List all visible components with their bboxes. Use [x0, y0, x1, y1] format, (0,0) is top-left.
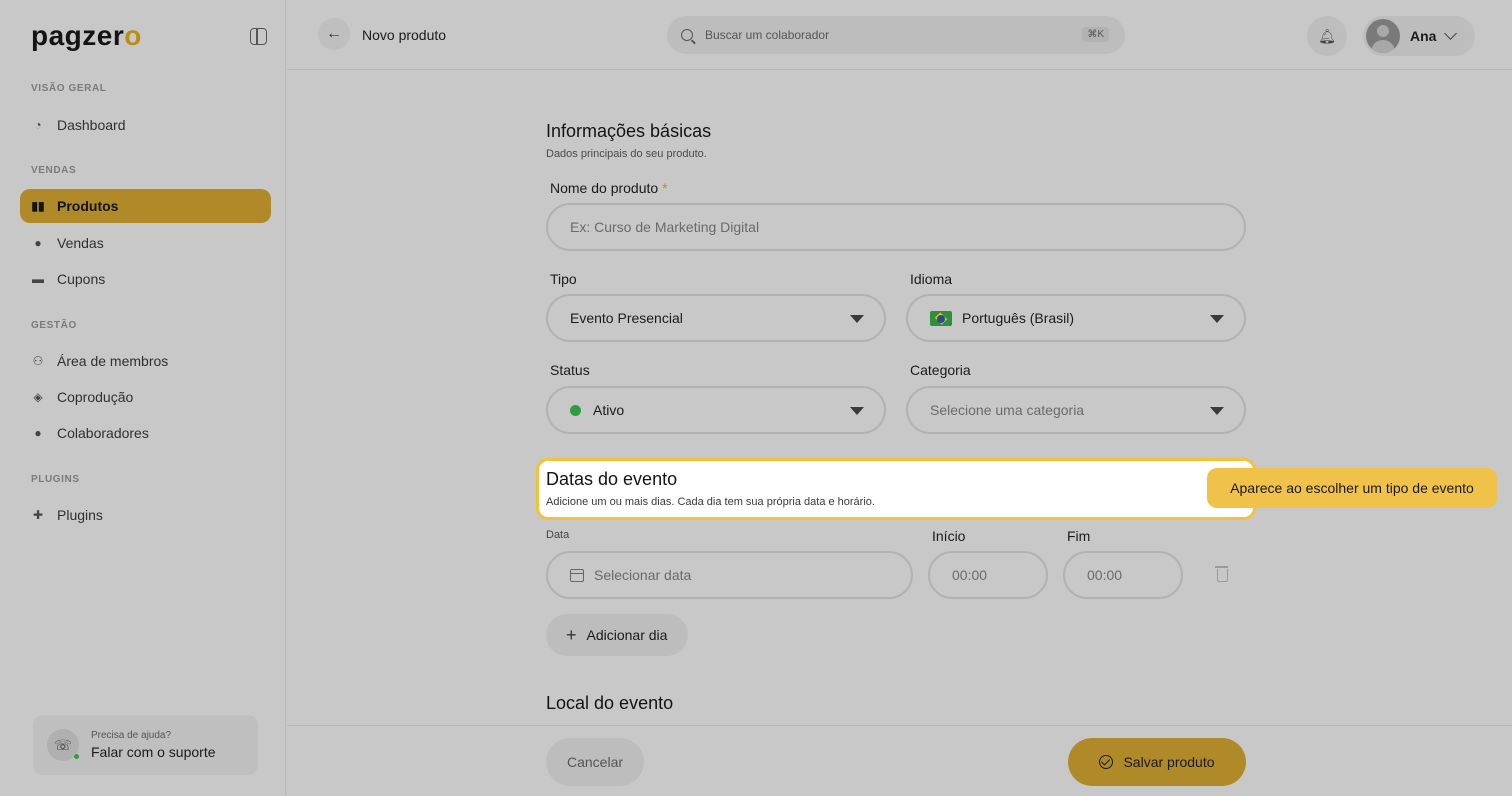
- avatar: [1366, 19, 1400, 53]
- start-time-placeholder: 00:00: [952, 567, 988, 583]
- section-label-overview: VISÃO GERAL: [31, 83, 107, 94]
- start-time-label: Início: [932, 528, 966, 544]
- dashboard-icon: ◔: [34, 118, 42, 132]
- user-name: Ana: [1410, 28, 1437, 44]
- end-time-placeholder: 00:00: [1087, 567, 1123, 583]
- section-label-management: GESTÃO: [31, 320, 77, 331]
- sales-icon: ●: [34, 236, 42, 250]
- brazil-flag-icon: [930, 310, 952, 326]
- product-name-input[interactable]: Ex: Curso de Marketing Digital: [546, 203, 1246, 251]
- calendar-icon: [570, 568, 584, 582]
- caret-down-icon: [1210, 315, 1224, 323]
- sidebar-item-label: Colaboradores: [57, 425, 149, 441]
- save-label: Salvar produto: [1123, 754, 1215, 770]
- puzzle-icon: ✚: [32, 508, 44, 522]
- sidebar-item-collaborators[interactable]: ● Colaboradores: [20, 416, 271, 450]
- status-dot-icon: [570, 404, 581, 416]
- arrow-left-icon: ←: [326, 25, 342, 42]
- sidebar-item-coupons[interactable]: ▬ Cupons: [20, 262, 271, 296]
- date-picker-input[interactable]: Selecionar data: [546, 551, 913, 599]
- support-card[interactable]: ☏ Precisa de ajuda? Falar com o suporte: [33, 715, 258, 775]
- date-label: Data: [546, 529, 570, 541]
- cancel-button[interactable]: Cancelar: [546, 738, 644, 786]
- product-name-label: Nome do produto *: [550, 180, 668, 196]
- check-circle-icon: [1099, 755, 1114, 769]
- sidebar-item-label: Coprodução: [57, 389, 134, 405]
- start-time-input[interactable]: 00:00: [928, 551, 1048, 599]
- caret-down-icon: [850, 407, 864, 415]
- end-time-label: Fim: [1067, 528, 1091, 544]
- status-value: Ativo: [593, 402, 625, 418]
- sidebar-item-label: Cupons: [57, 271, 106, 287]
- back-button[interactable]: ←: [318, 18, 350, 50]
- page-title: Novo produto: [362, 27, 447, 43]
- sidebar-item-members[interactable]: ⚇ Área de membros: [20, 344, 271, 378]
- sidebar-item-label: Plugins: [57, 507, 103, 523]
- plus-icon: +: [566, 624, 577, 645]
- section-subtitle-dates: Adicione um ou mais dias. Cada dia tem s…: [546, 496, 875, 508]
- caret-down-icon: [1210, 407, 1224, 415]
- handshake-icon: ◈: [33, 390, 43, 404]
- save-product-button[interactable]: Salvar produto: [1068, 738, 1246, 786]
- sidebar-toggle-icon[interactable]: [250, 28, 267, 45]
- sidebar-item-coproduction[interactable]: ◈ Coprodução: [20, 380, 271, 414]
- sidebar-item-products[interactable]: ▮▮ Produtos: [20, 189, 271, 223]
- trash-icon[interactable]: [1215, 566, 1228, 582]
- category-placeholder: Selecione uma categoria: [930, 402, 1085, 418]
- sidebar-item-plugins[interactable]: ✚ Plugins: [20, 498, 271, 532]
- search-placeholder: Buscar um colaborador: [705, 28, 830, 42]
- add-day-button[interactable]: + Adicionar dia: [546, 614, 688, 656]
- topbar: ← Novo produto Buscar um colaborador ⌘K …: [287, 0, 1512, 70]
- add-day-label: Adicionar dia: [586, 627, 668, 643]
- section-label-plugins: PLUGINS: [31, 474, 80, 485]
- support-link: Falar com o suporte: [91, 744, 216, 760]
- section-title-basic: Informações básicas: [546, 121, 712, 141]
- logo[interactable]: pagzero: [31, 20, 142, 52]
- sidebar-item-sales[interactable]: ● Vendas: [20, 226, 271, 260]
- shortcut-badge: ⌘K: [1082, 27, 1109, 42]
- status-select[interactable]: Ativo: [546, 386, 886, 434]
- user-menu[interactable]: Ana: [1363, 16, 1475, 56]
- category-label: Categoria: [910, 362, 971, 378]
- user-icon: ●: [34, 426, 42, 440]
- members-icon: ⚇: [32, 354, 44, 368]
- end-time-input[interactable]: 00:00: [1063, 551, 1183, 599]
- coupon-icon: ▬: [32, 272, 44, 286]
- whatsapp-icon: ☏: [47, 729, 80, 761]
- section-label-sales: VENDAS: [31, 165, 77, 176]
- category-select[interactable]: Selecione uma categoria: [906, 386, 1246, 434]
- language-value: Português (Brasil): [962, 310, 1075, 326]
- type-label: Tipo: [550, 271, 577, 287]
- form-footer: Cancelar Salvar produto: [287, 725, 1512, 796]
- onboarding-tooltip: Aparece ao escolher um tipo de evento: [1207, 468, 1497, 508]
- type-value: Evento Presencial: [570, 310, 683, 326]
- online-dot: [73, 753, 80, 760]
- date-placeholder: Selecionar data: [594, 567, 692, 583]
- sidebar-item-label: Dashboard: [57, 117, 126, 133]
- sidebar: pagzero VISÃO GERAL ◔ Dashboard VENDAS ▮…: [0, 0, 286, 796]
- language-label: Idioma: [910, 271, 953, 287]
- product-name-placeholder: Ex: Curso de Marketing Digital: [570, 219, 760, 235]
- section-title-location: Local do evento: [546, 693, 674, 713]
- bell-icon: 🔔︎: [1318, 27, 1336, 44]
- status-label: Status: [550, 362, 590, 378]
- search-input[interactable]: Buscar um colaborador ⌘K: [667, 16, 1125, 54]
- section-subtitle-basic: Dados principais do seu produto.: [546, 148, 707, 160]
- support-hint: Precisa de ajuda?: [91, 730, 172, 741]
- type-select[interactable]: Evento Presencial: [546, 294, 886, 342]
- products-icon: ▮▮: [31, 199, 45, 213]
- notifications-button[interactable]: 🔔︎: [1307, 16, 1347, 56]
- sidebar-item-label: Produtos: [57, 198, 119, 214]
- chevron-down-icon: [1444, 27, 1458, 40]
- search-icon: [681, 29, 693, 41]
- sidebar-item-dashboard[interactable]: ◔ Dashboard: [20, 108, 271, 142]
- language-select[interactable]: Português (Brasil): [906, 294, 1246, 342]
- section-title-dates: Datas do evento: [546, 469, 678, 489]
- caret-down-icon: [850, 315, 864, 323]
- sidebar-item-label: Vendas: [57, 235, 104, 251]
- sidebar-item-label: Área de membros: [57, 353, 169, 369]
